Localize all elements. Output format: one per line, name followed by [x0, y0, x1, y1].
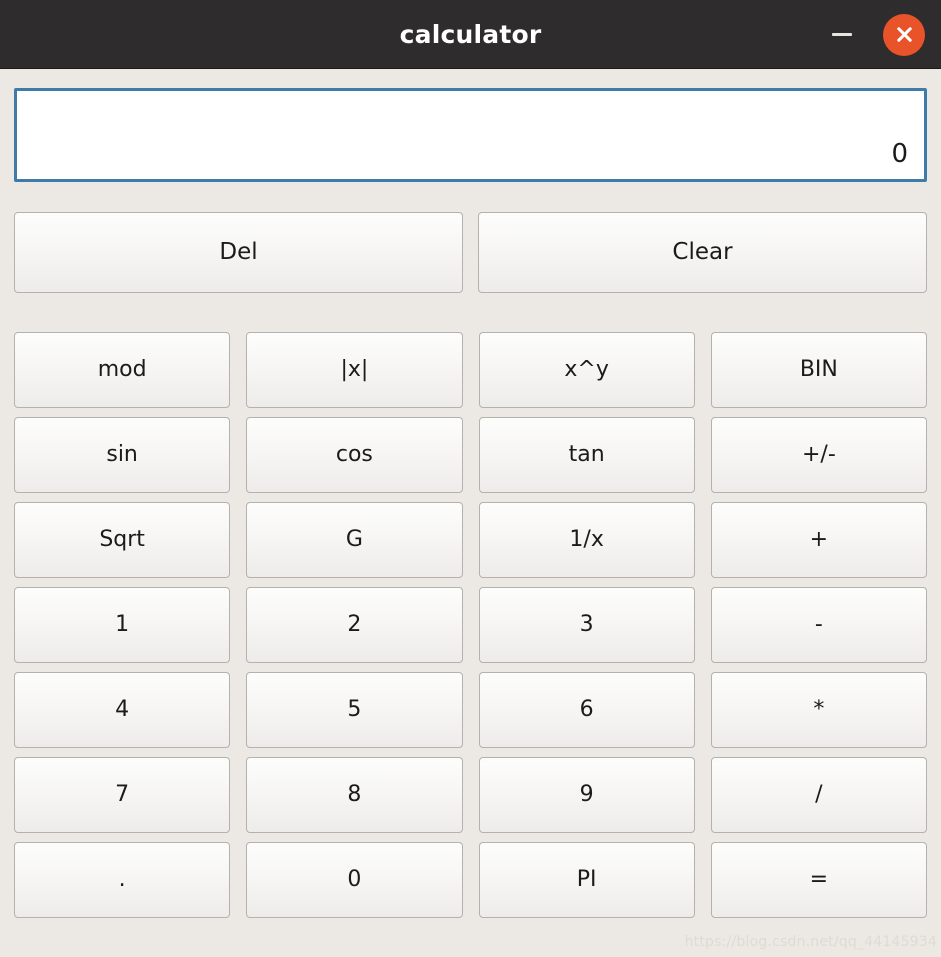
minimize-icon	[832, 33, 852, 36]
key-0[interactable]: 0	[246, 842, 463, 918]
clear-button[interactable]: Clear	[478, 212, 927, 293]
display-field[interactable]: 0	[14, 88, 927, 182]
key-abs[interactable]: |x|	[246, 332, 463, 408]
key-pi[interactable]: PI	[478, 842, 695, 918]
key-multiply[interactable]: *	[710, 672, 927, 748]
key-equals[interactable]: =	[710, 842, 927, 918]
key-tan[interactable]: tan	[478, 417, 695, 493]
watermark-text: https://blog.csdn.net/qq_44145934	[684, 934, 937, 950]
close-button[interactable]	[883, 13, 925, 56]
window-title: calculator	[399, 19, 542, 49]
key-power[interactable]: x^y	[478, 332, 695, 408]
key-decimal[interactable]: .	[14, 842, 231, 918]
key-6[interactable]: 6	[478, 672, 695, 748]
action-row: Del Clear	[14, 212, 927, 293]
key-7[interactable]: 7	[14, 757, 231, 833]
title-bar: calculator	[0, 0, 941, 69]
key-1[interactable]: 1	[14, 587, 231, 663]
key-cos[interactable]: cos	[246, 417, 463, 493]
key-sign[interactable]: +/-	[710, 417, 927, 493]
key-8[interactable]: 8	[246, 757, 463, 833]
window-controls	[819, 0, 925, 69]
client-area: 0 Del Clear mod |x| x^y BIN sin cos tan …	[0, 69, 941, 957]
key-minus[interactable]: -	[710, 587, 927, 663]
key-g[interactable]: G	[246, 502, 463, 578]
key-5[interactable]: 5	[246, 672, 463, 748]
minimize-button[interactable]	[819, 12, 865, 58]
key-divide[interactable]: /	[710, 757, 927, 833]
key-4[interactable]: 4	[14, 672, 231, 748]
key-sin[interactable]: sin	[14, 417, 231, 493]
del-button[interactable]: Del	[14, 212, 463, 293]
key-plus[interactable]: +	[710, 502, 927, 578]
key-bin[interactable]: BIN	[710, 332, 927, 408]
key-reciprocal[interactable]: 1/x	[478, 502, 695, 578]
close-icon	[895, 26, 913, 44]
display-value: 0	[891, 139, 908, 169]
key-9[interactable]: 9	[478, 757, 695, 833]
key-sqrt[interactable]: Sqrt	[14, 502, 231, 578]
key-3[interactable]: 3	[478, 587, 695, 663]
key-2[interactable]: 2	[246, 587, 463, 663]
keypad-grid: mod |x| x^y BIN sin cos tan +/- Sqrt G 1…	[14, 332, 927, 918]
key-mod[interactable]: mod	[14, 332, 231, 408]
calculator-window: calculator 0 Del Clear mod |x| x^y BIN s…	[0, 0, 941, 957]
